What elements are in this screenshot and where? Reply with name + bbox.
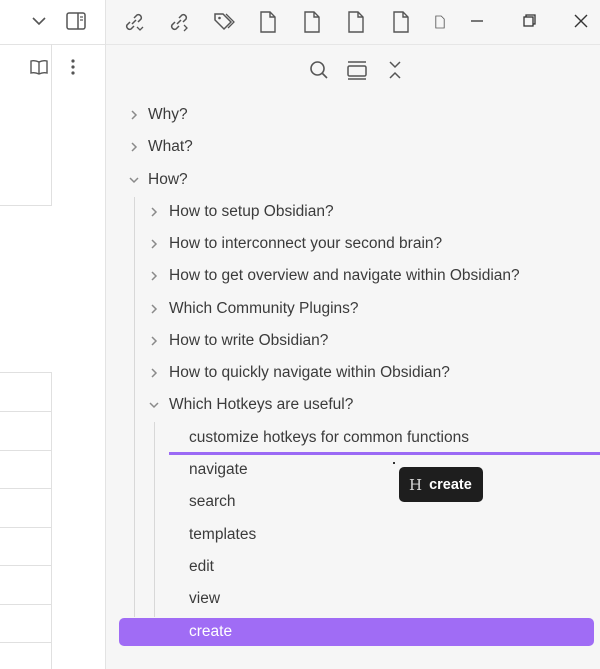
- left-pane-titlebar: [0, 0, 105, 45]
- drop-indicator: [169, 452, 600, 455]
- chevron-right-icon[interactable]: [147, 302, 161, 316]
- chevron-right-icon[interactable]: [147, 269, 161, 283]
- outline-item[interactable]: Which Community Plugins?: [169, 296, 359, 322]
- tags-icon[interactable]: [212, 10, 236, 34]
- heading-icon: H: [409, 475, 423, 494]
- outline-item[interactable]: What?: [148, 134, 193, 160]
- close-icon[interactable]: [570, 10, 592, 32]
- outline-item-label[interactable]: create: [189, 618, 232, 646]
- window-titlebar: [106, 0, 600, 45]
- outline-item[interactable]: edit: [189, 554, 214, 580]
- more-vertical-icon[interactable]: [64, 57, 82, 77]
- outline-item[interactable]: How to write Obsidian?: [169, 328, 328, 354]
- table-line: [0, 527, 51, 528]
- chevron-down-icon[interactable]: [30, 12, 48, 30]
- editor-divider: [51, 372, 52, 669]
- chevron-right-icon[interactable]: [147, 205, 161, 219]
- outgoing-links-icon[interactable]: [167, 10, 191, 34]
- table-line: [0, 604, 51, 605]
- chevron-right-icon[interactable]: [147, 237, 161, 251]
- restore-icon[interactable]: [518, 10, 540, 32]
- drag-cursor: [393, 462, 395, 464]
- file-icon[interactable]: [434, 10, 446, 34]
- outline-item[interactable]: search: [189, 489, 236, 515]
- outline-item[interactable]: templates: [189, 522, 256, 548]
- file-icon[interactable]: [346, 10, 366, 34]
- drag-tooltip: H create: [399, 467, 483, 502]
- outline-item[interactable]: How to interconnect your second brain?: [169, 231, 442, 257]
- chevron-right-icon[interactable]: [127, 108, 141, 122]
- table-line: [0, 411, 51, 412]
- chevron-right-icon[interactable]: [147, 366, 161, 380]
- file-icon[interactable]: [302, 10, 322, 34]
- collapse-all-icon[interactable]: [344, 57, 370, 83]
- outline-item[interactable]: customize hotkeys for common functions: [189, 425, 469, 451]
- file-icon[interactable]: [258, 10, 278, 34]
- chevron-right-icon[interactable]: [147, 334, 161, 348]
- outline-item[interactable]: Why?: [148, 102, 188, 128]
- outline-toolbar: [106, 45, 600, 95]
- table-line: [0, 372, 51, 373]
- minimize-icon[interactable]: [466, 10, 488, 32]
- table-line: [0, 450, 51, 451]
- outline-item[interactable]: navigate: [189, 457, 248, 483]
- search-icon[interactable]: [307, 58, 331, 82]
- tree-guide: [154, 422, 155, 617]
- chevron-down-icon[interactable]: [127, 173, 141, 187]
- table-line: [0, 488, 51, 489]
- outline-item[interactable]: How to get overview and navigate within …: [169, 263, 520, 289]
- chevron-down-icon[interactable]: [147, 398, 161, 412]
- outline-item[interactable]: How?: [148, 167, 188, 193]
- outline-item[interactable]: view: [189, 586, 220, 612]
- backlinks-icon[interactable]: [122, 10, 146, 34]
- tooltip-label: create: [429, 476, 472, 493]
- file-icon[interactable]: [391, 10, 411, 34]
- editor-divider: [51, 44, 52, 206]
- table-line: [0, 642, 51, 643]
- outline-item[interactable]: How to setup Obsidian?: [169, 199, 334, 225]
- editor-divider: [0, 205, 51, 206]
- sidebar-toggle-icon[interactable]: [65, 10, 87, 32]
- table-line: [0, 565, 51, 566]
- book-open-icon[interactable]: [29, 57, 49, 77]
- chevron-right-icon[interactable]: [127, 140, 141, 154]
- expand-collapse-icon[interactable]: [383, 58, 407, 82]
- tree-guide: [134, 197, 135, 617]
- outline-item[interactable]: Which Hotkeys are useful?: [169, 392, 353, 418]
- outline-item[interactable]: How to quickly navigate within Obsidian?: [169, 360, 450, 386]
- left-editor-pane: [0, 0, 106, 669]
